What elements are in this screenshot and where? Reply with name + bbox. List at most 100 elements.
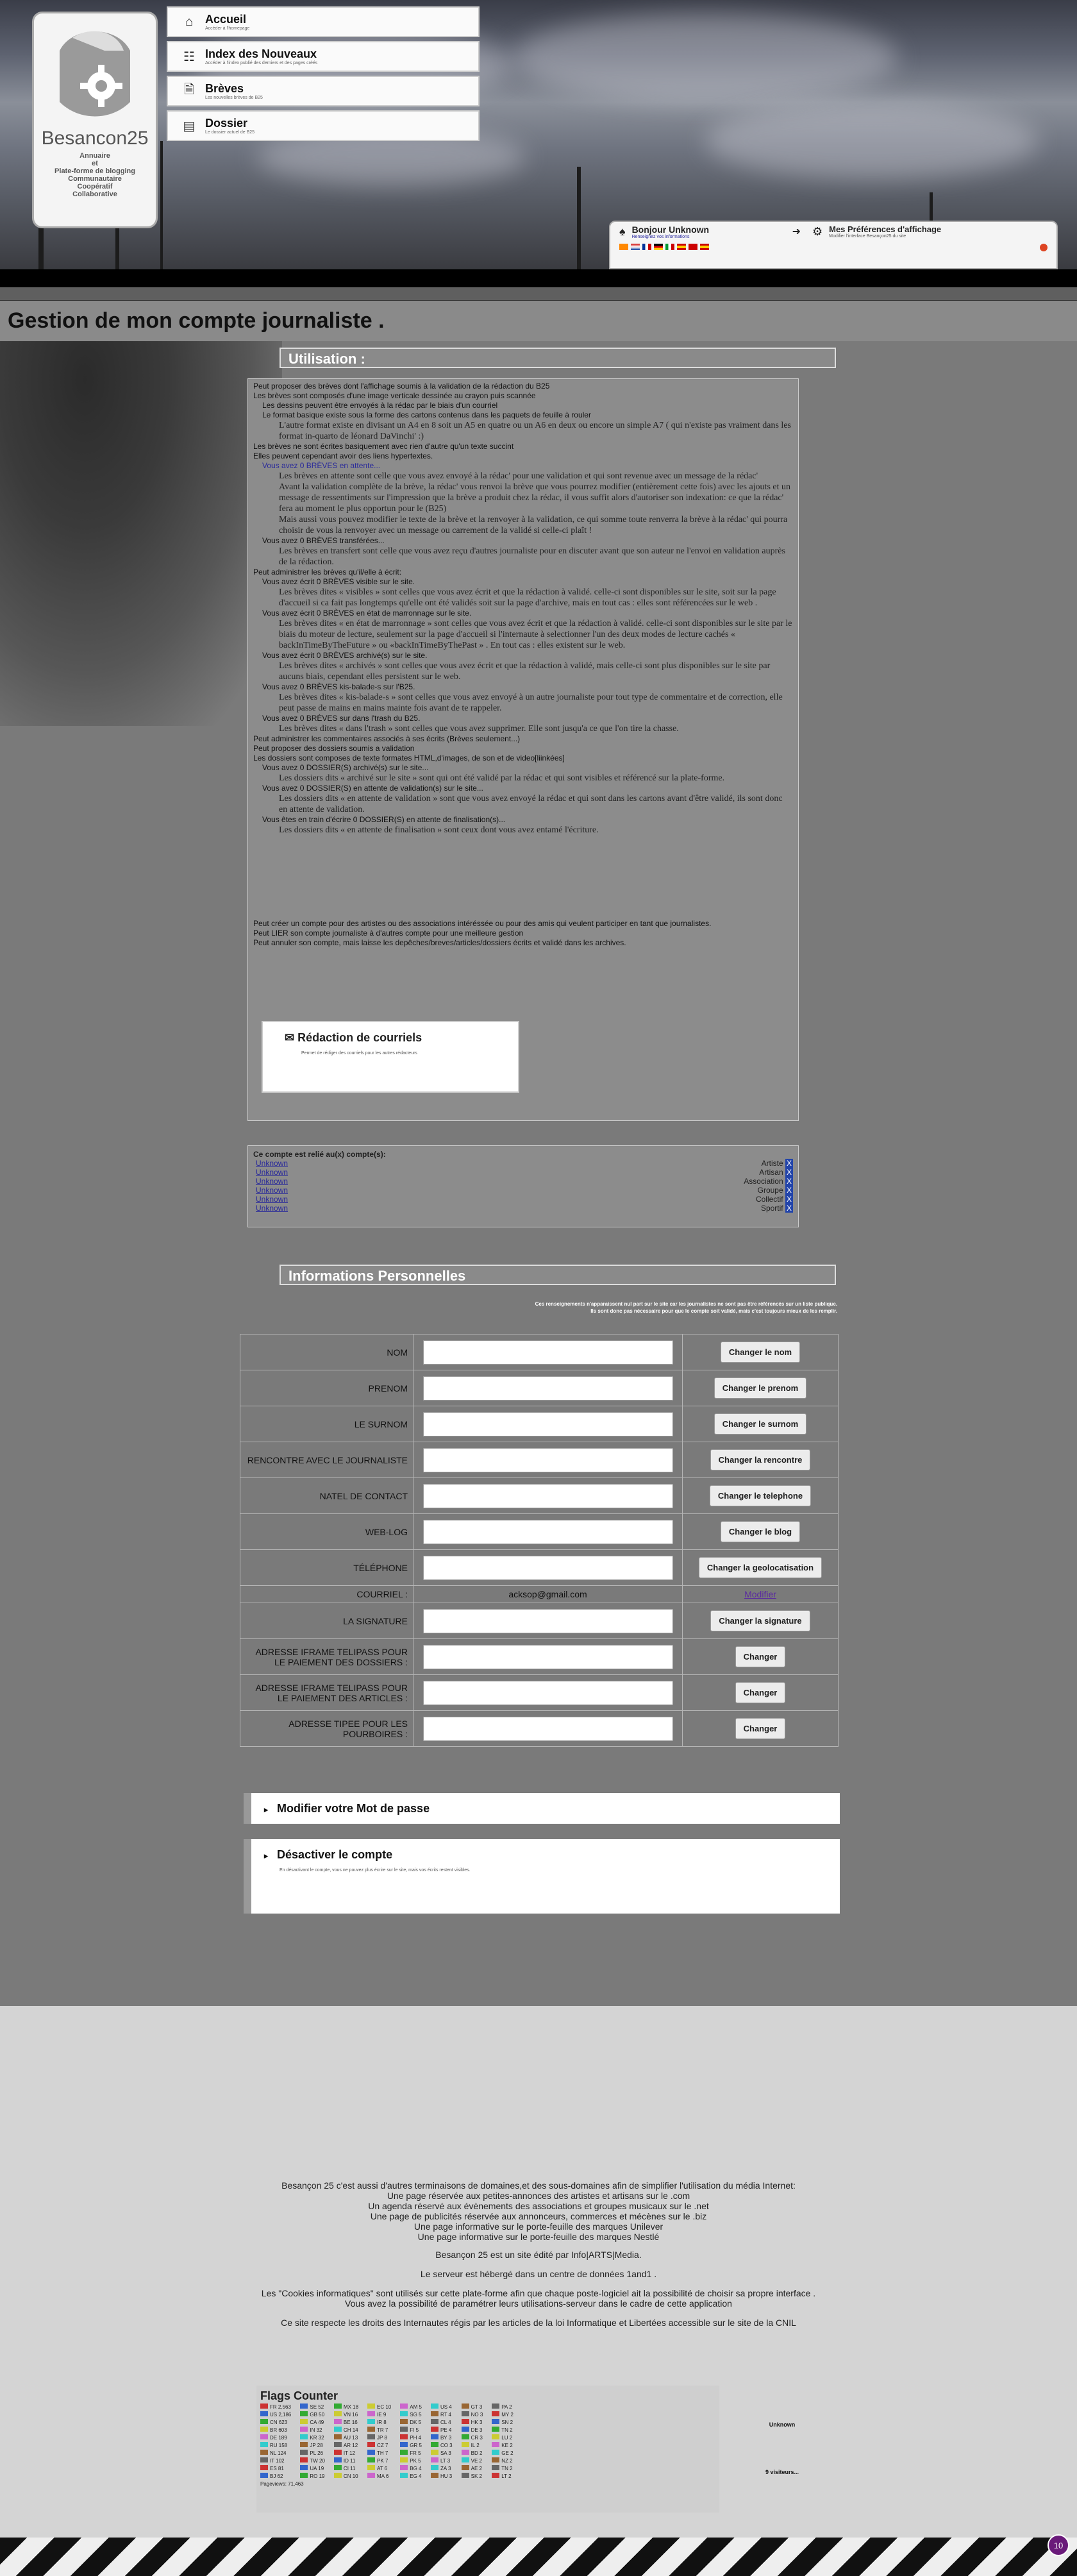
dossiers-finalisation-link[interactable]: Vous êtes en train d'écrire 0 DOSSIER(S)… [253,815,793,825]
flag-fr-icon[interactable] [642,244,651,250]
change-button[interactable]: Changer le telephone [709,1485,812,1506]
breves-archive-link[interactable]: Vous avez écrit 0 BRÈVES archivé(s) sur … [253,651,793,661]
alert-icon[interactable] [1040,244,1048,251]
cnil-link[interactable]: Ce site respecte les droits des Internau… [0,2318,1077,2328]
breves-transferees-link[interactable]: Vous avez 0 BRÈVES transférées... [253,536,793,546]
country-flag-icon [461,2465,469,2470]
flag-entry: CI 11 [333,2464,367,2472]
linked-account-name[interactable]: Unknown [256,1195,288,1204]
info-input[interactable] [422,1411,673,1436]
nav-item-accueil[interactable]: ⌂ Accueil Accéder à l'homepage [167,6,480,37]
cookies-link[interactable]: Les "Cookies informatiques" sont utilisé… [0,2288,1077,2298]
flag-it-icon[interactable] [665,244,674,250]
preferences-link[interactable]: Mes Préférences d'affichage Modifier l'in… [829,224,941,239]
deactivate-section[interactable]: ▸ Désactiver le compte En désactivant le … [244,1839,840,1914]
remove-link-icon[interactable]: X [785,1195,793,1204]
flags-row: US 2,186 GB 50 VN 16 IE 9 SG 5 RT 4 NO 3 MY 2 [260,2411,522,2418]
country-flag-icon [400,2473,408,2478]
change-button[interactable]: Changer [735,1646,786,1667]
linked-account-name[interactable]: Unknown [256,1159,288,1168]
info-input[interactable] [422,1447,673,1472]
info-label: NATEL DE CONTACT [240,1477,413,1514]
flag-entry: GE 2 [492,2449,522,2457]
info-input[interactable] [422,1519,673,1544]
info-row: NOM Changer le nom [240,1334,839,1370]
country-flag-icon [333,2450,342,2455]
dossiers-archive-link[interactable]: Vous avez 0 DOSSIER(S) archivé(s) sur le… [253,763,793,773]
flag-de-icon[interactable] [654,244,663,250]
change-button[interactable]: Changer la rencontre [710,1449,811,1470]
logout-icon[interactable]: ➜ [792,225,801,238]
info-input[interactable] [422,1680,673,1705]
language-flags [610,244,1056,251]
info-input[interactable] [422,1608,673,1633]
flags-counter-title: Flags Counter [260,2389,338,2402]
modifier-link[interactable]: Modifier [744,1589,776,1599]
flag-en-icon[interactable] [631,244,640,250]
breves-kis-link[interactable]: Vous avez 0 BRÈVES kis-balade-s sur l'B2… [253,682,793,692]
change-button[interactable]: Changer [735,1718,786,1739]
flag-ca-icon[interactable] [700,244,709,250]
unilever-link[interactable]: Une page informative sur le porte-feuill… [0,2221,1077,2232]
flags-counter[interactable]: Flags Counter FR 2,563 SE 52 MX 18 EC 10 AM … [256,2386,799,2513]
site-logo[interactable]: Besancon25 Annuaire et Plate-forme de blog… [32,12,158,228]
change-button[interactable]: Changer le surnom [714,1413,807,1435]
change-button[interactable]: Changer la geolocatisation [698,1557,822,1578]
host-link[interactable]: Le serveur est hébergé dans un centre de… [0,2269,1077,2279]
info-input[interactable] [422,1716,673,1741]
remove-link-icon[interactable]: X [785,1177,793,1186]
breves-attente-link[interactable]: Vous avez 0 BRÈVES en attente... [253,461,793,471]
courriels-card[interactable]: ✉ Rédaction de courriels Permet de rédig… [262,1021,519,1093]
flag-entry: LT 3 [430,2457,462,2464]
change-button[interactable]: Changer le blog [720,1521,801,1542]
info-input[interactable] [422,1340,673,1365]
flag-cn-icon[interactable] [689,244,697,250]
info-input[interactable] [422,1483,673,1508]
remove-link-icon[interactable]: X [785,1204,793,1213]
linked-account-name[interactable]: Unknown [256,1186,288,1195]
country-flag-icon [333,2419,342,2424]
flag-es-icon[interactable] [677,244,686,250]
linked-account-row: Unknown Sportif X [253,1204,793,1213]
country-flag-icon [400,2411,408,2416]
publicites-link[interactable]: Une page de publicités réservée aux anno… [0,2211,1077,2221]
change-button[interactable]: Changer [735,1682,786,1703]
nav-item-breves[interactable]: 🗎 Brèves Les nouvelles brèves de B25 [167,76,480,106]
linked-account-name[interactable]: Unknown [256,1168,288,1177]
country-flag-icon [430,2457,438,2462]
info-input[interactable] [422,1555,673,1580]
breves-visibles-link[interactable]: Vous avez écrit 0 BRÈVES visible sur le … [253,577,793,587]
change-button[interactable]: Changer le prenom [714,1377,807,1399]
usage-paragraph: Les brèves dites « archivés » sont celle… [279,661,771,682]
nestle-link[interactable]: Une page informative sur le porte-feuill… [0,2232,1077,2242]
editor-link[interactable]: Besançon 25 est un site édité par Info|A… [0,2250,1077,2260]
evenements-link[interactable]: Un agenda réservé aux évènements des ass… [0,2201,1077,2211]
remove-link-icon[interactable]: X [785,1168,793,1177]
lier-compte-link[interactable]: Peut LIER son compte journaliste à d'aut… [253,929,793,938]
country-flag-icon [400,2465,408,2470]
creer-compte-link[interactable]: Peut créer un compte pour des artistes o… [253,919,793,929]
notification-badge[interactable]: 10 [1048,2534,1069,2556]
change-button[interactable]: Changer la signature [710,1610,810,1631]
country-flag-icon [300,2473,308,2478]
usage-paragraph: Les dossiers dits « en attente de finali… [279,825,599,835]
remove-link-icon[interactable]: X [785,1186,793,1195]
linked-account-name[interactable]: Unknown [256,1177,288,1186]
flag-entry: CZ 7 [367,2441,400,2449]
country-flag-icon [492,2419,500,2424]
dossiers-attente-link[interactable]: Vous avez 0 DOSSIER(S) en attente de val… [253,784,793,793]
dossiers-link[interactable]: Peut proposer des dossiers soumis a vali… [253,744,793,753]
remove-link-icon[interactable]: X [785,1159,793,1168]
cookies-settings-link[interactable]: Vous avez la possibilité de paramétrer l… [0,2298,1077,2309]
change-button[interactable]: Changer le nom [720,1342,801,1363]
rss-icon[interactable] [619,244,628,250]
nav-item-dossier[interactable]: ▤ Dossier Le dossier actuel de B25 [167,110,480,141]
info-input[interactable] [422,1376,673,1401]
breves-marronnage-link[interactable]: Vous avez écrit 0 BRÈVES en état de marr… [253,609,793,618]
petites-annonces-link[interactable]: Une page réservée aux petites-annonces d… [0,2191,1077,2201]
linked-account-name[interactable]: Unknown [256,1204,288,1213]
user-greeting[interactable]: Bonjour Unknown Renseignez vos informatio… [632,224,773,239]
password-section[interactable]: ▸ Modifier votre Mot de passe [244,1793,840,1824]
info-input[interactable] [422,1644,673,1669]
nav-item-index[interactable]: ☷ Index des Nouveaux Accéder à l'index pu… [167,41,480,72]
